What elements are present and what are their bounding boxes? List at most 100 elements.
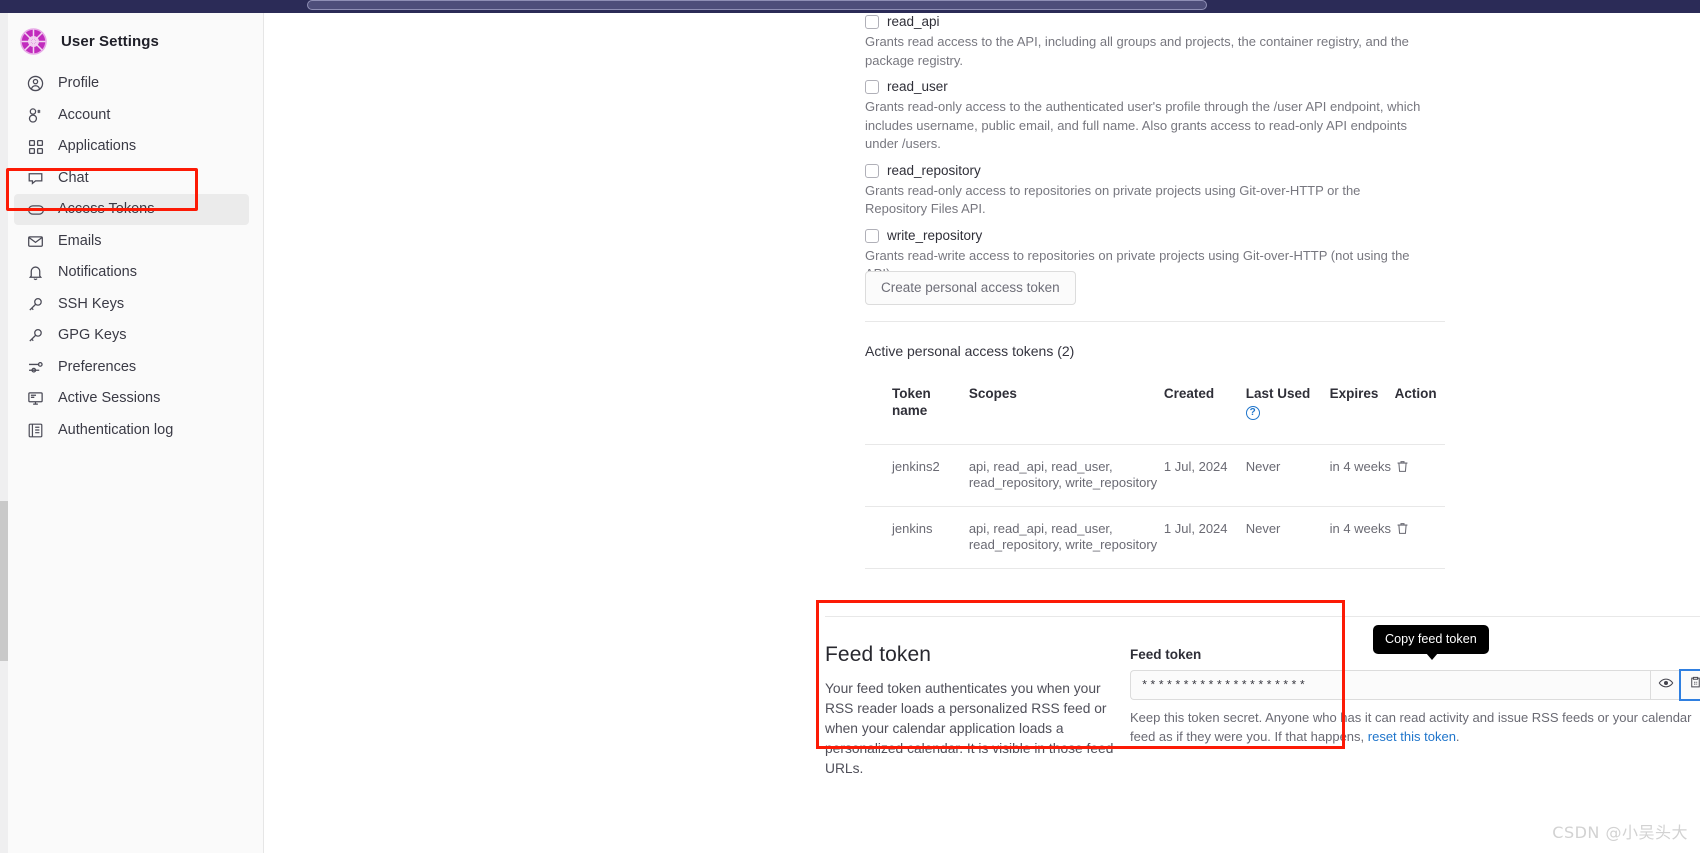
sidebar-item-label: Active Sessions <box>58 390 161 407</box>
sidebar-item-authentication-log[interactable]: Authentication log <box>14 415 249 446</box>
reveal-feed-token-button[interactable] <box>1650 670 1680 700</box>
sidebar-item-label: Applications <box>58 138 137 155</box>
key-icon <box>26 326 45 345</box>
sidebar-item-profile[interactable]: Profile <box>14 68 249 99</box>
copy-feed-token-tooltip: Copy feed token <box>1373 625 1489 660</box>
user-avatar-logo <box>20 28 47 55</box>
sidebar-item-label: Notifications <box>58 264 137 281</box>
feed-token-input[interactable]: ******************** <box>1130 670 1650 700</box>
scope-description: Grants read access to the API, including… <box>865 34 1409 68</box>
bell-icon <box>26 263 45 282</box>
scope-name: read_user <box>887 79 948 94</box>
sidebar-item-label: SSH Keys <box>58 295 125 312</box>
scope-item: read_api <box>865 13 1445 31</box>
create-personal-access-token-button[interactable]: Create personal access token <box>865 271 1076 305</box>
feed-token-help-after: . <box>1455 729 1460 744</box>
sidebar-item-ssh-keys[interactable]: SSH Keys <box>14 289 249 320</box>
sidebar-item-label: Access Tokens <box>58 201 155 218</box>
trash-icon[interactable] <box>1395 459 1410 478</box>
feed-token-heading: Feed token <box>825 643 932 666</box>
scope-name: read_repository <box>887 162 981 178</box>
applications-grid-icon <box>26 137 45 156</box>
sidebar-item-label: Emails <box>58 232 102 249</box>
sliders-icon <box>26 358 45 377</box>
sidebar-item-account[interactable]: Account <box>14 100 249 131</box>
scope-checkbox-read-user[interactable] <box>865 80 879 94</box>
active-tokens-table: Token name Scopes Created Last Used ? Ex… <box>865 373 1445 569</box>
scope-item: read_user <box>865 78 1445 96</box>
cell-action <box>1394 444 1445 507</box>
sidebar-item-label: Account <box>58 106 111 123</box>
table-row: jenkins2 api, read_api, read_user, read_… <box>865 444 1445 507</box>
column-header-action: Action <box>1394 373 1445 445</box>
log-list-icon <box>26 421 45 440</box>
user-circle-icon <box>26 74 45 93</box>
section-divider <box>865 321 1445 322</box>
feed-token-input-group: ******************** <box>1130 669 1700 701</box>
eye-icon <box>1658 675 1674 696</box>
sidebar-item-label: Preferences <box>58 358 137 375</box>
sidebar-item-applications[interactable]: Applications <box>14 131 249 162</box>
browser-address-bar[interactable] <box>307 0 1207 10</box>
scope-checkbox-read-api[interactable] <box>865 15 879 29</box>
table-row: jenkins api, read_api, read_user, read_r… <box>865 506 1445 569</box>
column-header-last-used-label: Last Used <box>1245 386 1311 401</box>
sidebar-item-chat[interactable]: Chat <box>14 163 249 194</box>
section-divider <box>825 616 1700 617</box>
table-header-row: Token name Scopes Created Last Used ? Ex… <box>865 373 1445 445</box>
column-header-scopes: Scopes <box>968 373 1164 445</box>
sidebar-item-gpg-keys[interactable]: GPG Keys <box>14 320 249 351</box>
scope-name: read_api <box>887 14 940 29</box>
sidebar-item-active-sessions[interactable]: Active Sessions <box>14 383 249 414</box>
column-header-token-name: Token name <box>865 373 969 445</box>
scopes-list: read_api Grants read access to the API, … <box>865 13 1445 292</box>
sidebar-item-notifications[interactable]: Notifications <box>14 257 249 288</box>
active-tokens-title: Active personal access tokens (2) <box>865 343 1075 359</box>
scope-checkbox-write-repository[interactable] <box>865 228 879 243</box>
token-icon <box>26 200 45 219</box>
cell-scopes: api, read_api, read_user, read_repositor… <box>968 444 1164 507</box>
browser-top-bar <box>0 0 1700 13</box>
scope-item: write_repository <box>865 227 1445 245</box>
scope-description: Grants read-only access to the authentic… <box>865 99 1421 151</box>
reset-token-link[interactable]: reset this token <box>1368 729 1456 744</box>
watermark: CSDN @小吴头大 <box>1552 823 1688 842</box>
trash-icon[interactable] <box>1395 521 1410 540</box>
sidebar-item-access-tokens[interactable]: Access Tokens <box>14 194 249 225</box>
feed-token-help-text: Keep this token secret. Anyone who has i… <box>1130 708 1700 746</box>
copy-feed-token-button[interactable] <box>1679 669 1700 701</box>
settings-sidebar: User Settings Profile Account Applicatio… <box>8 13 264 853</box>
sidebar-header: User Settings <box>8 20 263 63</box>
cell-expires: in 4 weeks <box>1329 444 1395 507</box>
scope-checkbox-read-repository[interactable] <box>865 163 879 178</box>
cell-last-used: Never <box>1245 506 1330 569</box>
cell-token-name: jenkins2 <box>865 444 969 507</box>
cell-token-name: jenkins <box>865 506 969 569</box>
sidebar-item-label: GPG Keys <box>58 327 127 344</box>
cell-last-used: Never <box>1245 444 1330 507</box>
browser-window: User Settings Profile Account Applicatio… <box>0 0 1700 853</box>
feed-token-description: Your feed token authenticates you when y… <box>825 681 1114 776</box>
feed-token-form: Feed token ******************** Keep thi… <box>1130 647 1700 746</box>
scope-name: write_repository <box>887 227 983 243</box>
sidebar-item-label: Chat <box>58 169 89 186</box>
column-header-last-used: Last Used ? <box>1245 373 1330 445</box>
cell-created: 1 Jul, 2024 <box>1163 506 1246 569</box>
sidebar-title: User Settings <box>61 33 159 50</box>
help-icon[interactable]: ? <box>1245 406 1260 420</box>
cell-expires: in 4 weeks <box>1329 506 1395 569</box>
sidebar-item-emails[interactable]: Emails <box>14 226 249 257</box>
scope-description: Grants read-only access to repositories … <box>865 182 1361 217</box>
scope-item: read_repository <box>865 162 1445 180</box>
sidebar-item-label: Profile <box>58 75 100 92</box>
feed-token-info: Feed token Your feed token authenticates… <box>825 643 1125 779</box>
sidebar-item-preferences[interactable]: Preferences <box>14 352 249 383</box>
page-scrollbar-track[interactable] <box>0 13 8 853</box>
cell-scopes: api, read_api, read_user, read_repositor… <box>968 506 1164 569</box>
cell-action <box>1394 506 1445 569</box>
envelope-icon <box>26 232 45 251</box>
page-scrollbar-thumb[interactable] <box>0 501 8 661</box>
main-content: read_api Grants read access to the API, … <box>265 13 1700 853</box>
monitor-icon <box>26 389 45 408</box>
column-header-created: Created <box>1163 373 1246 445</box>
